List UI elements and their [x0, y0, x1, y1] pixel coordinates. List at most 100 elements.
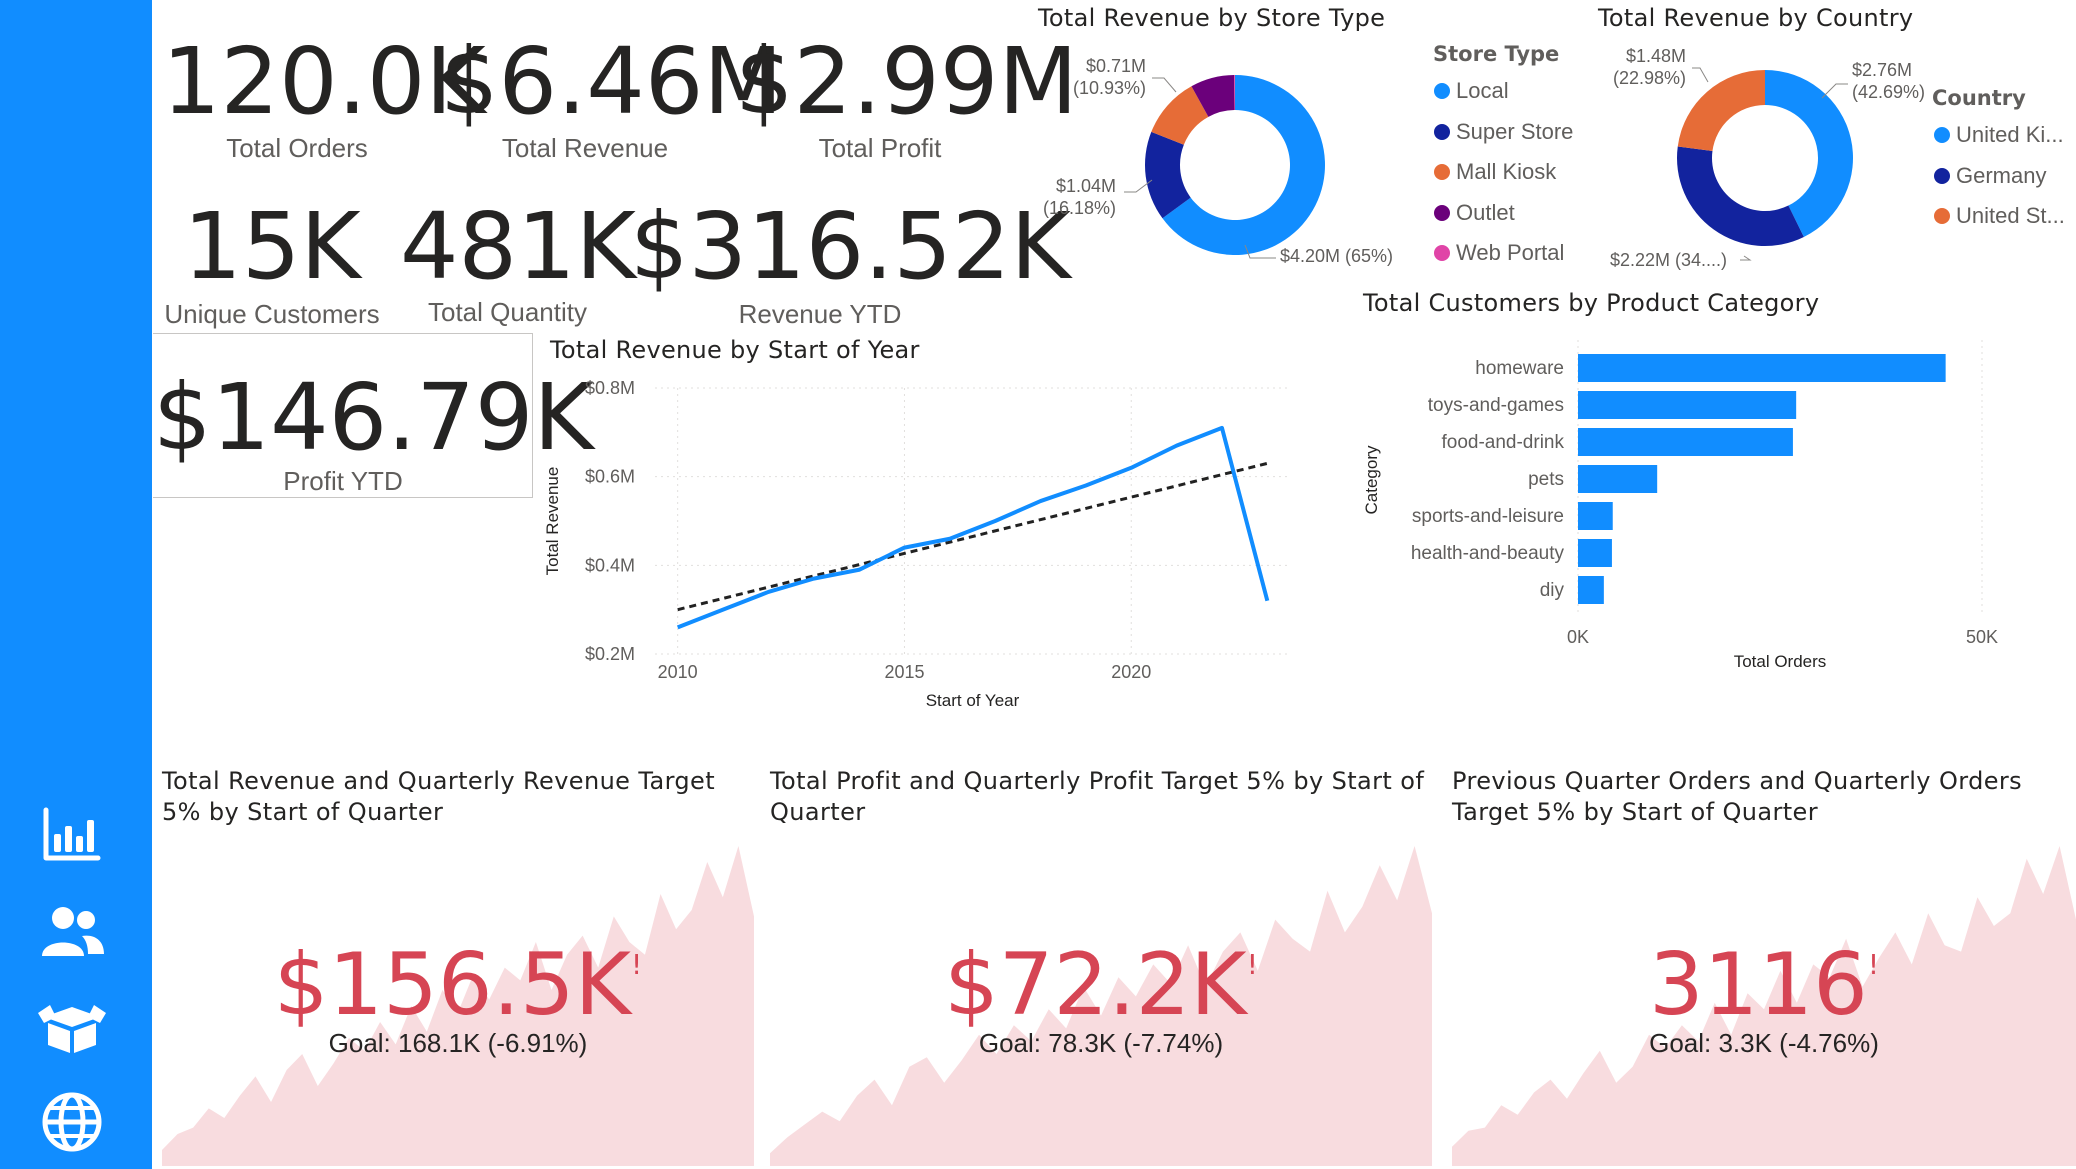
customers-by-category-chart-title: Total Customers by Product Category — [1363, 289, 1820, 317]
legend-item-mall-kiosk[interactable]: Mall Kiosk — [1434, 159, 1556, 185]
legend-item-web-portal[interactable]: Web Portal — [1434, 240, 1564, 266]
legend-label: Outlet — [1456, 199, 1515, 225]
bar-chart-icon[interactable] — [36, 804, 108, 868]
legend-item-germany[interactable]: Germany — [1934, 163, 2046, 189]
leader-line — [1692, 67, 1709, 83]
country-chart-title: Total Revenue by Country — [1598, 4, 1914, 32]
category-label: food-and-drink — [1441, 432, 1564, 453]
bar-toys-and-games — [1578, 391, 1797, 419]
kpi-total-quantity-label: Total Quantity — [428, 297, 587, 327]
legend-marker — [1434, 164, 1450, 180]
warning-icon: ! — [1867, 948, 1880, 981]
country-legend-title: Country — [1932, 86, 2026, 110]
bar-pets — [1578, 465, 1658, 493]
kpi-card-value: 3116! — [1452, 935, 2076, 1035]
users-icon[interactable] — [36, 902, 108, 966]
y-tick-label: $0.2M — [585, 644, 635, 664]
legend-label: Web Portal — [1456, 240, 1565, 265]
legend-marker — [1434, 123, 1450, 140]
legend-marker — [1434, 204, 1450, 221]
y-tick-label: $0.4M — [585, 555, 635, 575]
leader-line — [1740, 255, 1752, 261]
category-label: health-and-beauty — [1411, 543, 1565, 564]
x-tick-label: 2015 — [884, 662, 924, 682]
legend-marker — [1434, 83, 1450, 99]
store-type-legend-title: Store Type — [1433, 42, 1560, 66]
legend-label: Super Store — [1456, 118, 1574, 144]
kpi-total-profit-value: $2.99M — [735, 28, 1078, 135]
y-axis-title: Category — [1362, 445, 1381, 514]
category-label: homeware — [1475, 358, 1564, 379]
category-label: diy — [1540, 580, 1565, 601]
revenue-by-year-line-chart: $0.2M $0.4M $0.6M $0.8M 2010 2015 2020 Start of… — [543, 378, 1290, 710]
revenue-by-year-chart-title: Total Revenue by Start of Year — [550, 336, 920, 364]
kpi-revenue-ytd-label: Revenue YTD — [738, 299, 902, 329]
bar-health-and-beauty — [1578, 539, 1612, 567]
legend-label: United Ki... — [1956, 122, 2064, 147]
bar-homeware — [1578, 354, 1946, 382]
legend-item-super-store[interactable]: Super Store — [1434, 119, 1573, 145]
kpi-card-value: $72.2K! — [770, 935, 1432, 1035]
product-box-icon[interactable] — [36, 995, 108, 1059]
category-label: sports-and-leisure — [1412, 506, 1564, 527]
slice-label-local: $4.20M (65%) — [1280, 246, 1393, 266]
x-tick-label: 0K — [1567, 627, 1589, 647]
kpi-unique-customers-label: Unique Customers — [164, 299, 380, 329]
kpi-card-title: Total Profit and Quarterly Profit Target… — [770, 767, 1425, 826]
kpi-card-value: $156.5K! — [162, 935, 754, 1035]
kpi-value-text: $72.2K — [944, 935, 1247, 1035]
revenue-series-line — [676, 425, 1270, 630]
legend-label: Germany — [1956, 162, 2047, 188]
kpi-total-revenue-value: $6.46M — [440, 28, 783, 135]
donut-slice-united-st- — [1677, 70, 1765, 152]
x-axis-title: Start of Year — [926, 691, 1020, 710]
legend-item-local[interactable]: Local — [1434, 78, 1509, 104]
y-tick-label: $0.6M — [585, 467, 635, 487]
kpi-unique-customers-value: 15K — [183, 193, 361, 300]
kpi-total-revenue-label: Total Revenue — [501, 133, 669, 163]
warning-icon: ! — [1246, 948, 1258, 981]
kpi-total-profit-label: Total Profit — [818, 133, 942, 163]
nav-sidebar — [0, 0, 152, 1169]
trend-line — [677, 461, 1268, 612]
country-donut-chart: $2.76M (42.69%) $2.22M (34....) $1.48M (22.9… — [1610, 46, 1925, 270]
slice-label-super-store: $1.04M (16.18%) — [1043, 176, 1116, 218]
category-label: toys-and-games — [1428, 395, 1564, 416]
legend-item-united-ki-[interactable]: United Ki... — [1934, 122, 2064, 148]
bar-diy — [1578, 576, 1604, 604]
y-tick-label: $0.8M — [585, 378, 635, 398]
legend-label: United St... — [1956, 203, 2065, 228]
kpi-card-goal: Goal: 78.3K (-7.74%) — [978, 1028, 1224, 1058]
kpi-total-orders-label: Total Orders — [226, 133, 368, 163]
kpi-revenue-ytd-value: $316.52K — [630, 193, 1071, 300]
y-axis-title: Total Revenue — [543, 467, 562, 576]
kpi-value-text: $156.5K — [273, 935, 632, 1035]
kpi-card-goal: Goal: 168.1K (-6.91%) — [328, 1028, 588, 1058]
kpi-profit-ytd-card: $146.79K Profit YTD — [153, 333, 594, 498]
x-tick-label: 2010 — [658, 662, 698, 682]
warning-icon: ! — [631, 948, 643, 981]
x-axis-title: Total Orders — [1734, 652, 1827, 671]
kpi-value-text: 3116 — [1648, 935, 1868, 1035]
x-tick-label: 50K — [1966, 627, 1998, 647]
donut-slice-germany — [1677, 146, 1804, 246]
store-type-chart-title: Total Revenue by Store Type — [1038, 4, 1386, 32]
store-type-donut-chart: $4.20M (65%) $1.04M (16.18%) $0.71M (10.93%) — [1043, 56, 1393, 266]
globe-icon[interactable] — [36, 1090, 108, 1154]
bar-sports-and-leisure — [1578, 502, 1613, 530]
legend-marker — [1934, 167, 1950, 184]
bar-food-and-drink — [1578, 428, 1793, 456]
kpi-card-title: Previous Quarter Orders and Quarterly Or… — [1452, 767, 2023, 826]
slice-label-mall-kiosk: $0.71M (10.93%) — [1073, 56, 1146, 98]
legend-item-outlet[interactable]: Outlet — [1434, 200, 1515, 226]
legend-marker — [1934, 127, 1950, 143]
legend-item-united-st-[interactable]: United St... — [1934, 203, 2065, 229]
slice-label-germany: $2.22M (34....) — [1610, 250, 1727, 270]
kpi-card-goal: Goal: 3.3K (-4.76%) — [1649, 1028, 1879, 1058]
category-label: pets — [1528, 469, 1564, 490]
leader-line — [1152, 77, 1177, 93]
legend-marker — [1934, 208, 1950, 224]
kpi-profit-ytd-label: Profit YTD — [283, 466, 403, 496]
slice-label-united-kingdom: $2.76M (42.69%) — [1852, 60, 1925, 102]
kpi-profit-ytd-value: $146.79K — [153, 364, 594, 471]
